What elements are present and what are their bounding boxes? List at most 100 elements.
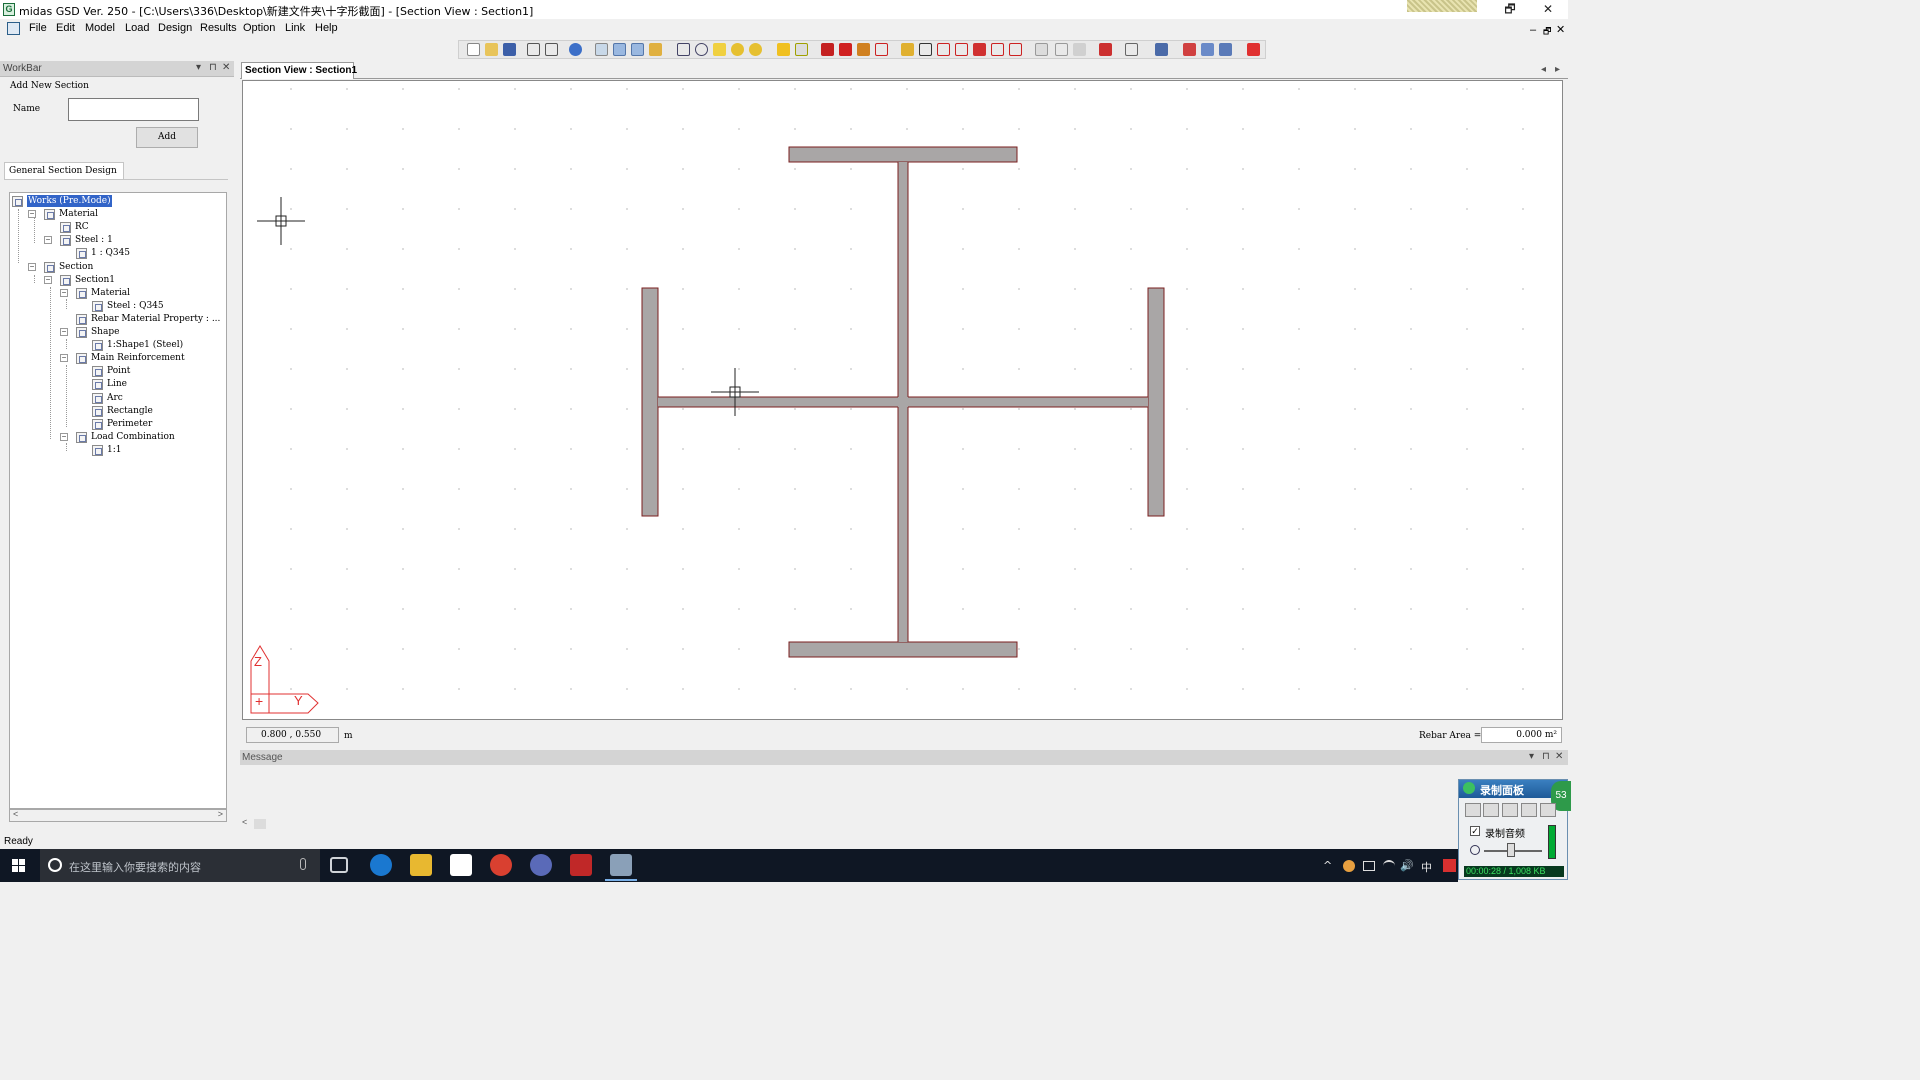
result-icon[interactable] (1099, 43, 1112, 56)
select-icon[interactable] (595, 43, 608, 56)
save-icon[interactable] (503, 43, 516, 56)
tree-node-label[interactable]: 1:1 (107, 444, 121, 456)
tray-ime-indicator[interactable]: 中 (1421, 859, 1432, 875)
midas-civil-icon[interactable] (570, 854, 592, 876)
menu-edit[interactable]: Edit (56, 22, 75, 34)
tree-node-label[interactable]: Material (59, 208, 98, 220)
move-icon[interactable] (919, 43, 932, 56)
midas-gsd-taskbar-icon[interactable] (610, 854, 632, 876)
tab-scroll-right-icon[interactable]: ▸ (1555, 64, 1560, 75)
tree-horizontal-scrollbar[interactable]: < > (9, 809, 227, 822)
message-horizontal-scrollbar[interactable]: < (240, 817, 1458, 831)
tree-node-label[interactable]: Steel : Q345 (107, 300, 164, 312)
menu-load[interactable]: Load (125, 22, 149, 34)
window-icon[interactable] (1201, 43, 1214, 56)
zoom-in-icon[interactable] (731, 43, 744, 56)
point-icon[interactable] (901, 43, 914, 56)
snap-icon[interactable] (631, 43, 644, 56)
tray-sogou-icon[interactable] (1443, 859, 1456, 872)
start-button[interactable] (0, 849, 38, 882)
menu-results[interactable]: Results (200, 22, 237, 34)
cortana-icon[interactable] (48, 858, 62, 872)
chrome-icon[interactable] (490, 854, 512, 876)
perimeter-icon[interactable] (1009, 43, 1022, 56)
menu-option[interactable]: Option (243, 22, 275, 34)
ibeam-icon[interactable] (821, 43, 834, 56)
record-audio-checkbox[interactable]: ✓ (1470, 826, 1480, 836)
tree-node-label[interactable]: 1:Shape1 (Steel) (107, 339, 183, 351)
rebar-icon[interactable] (991, 43, 1004, 56)
tree-node-label[interactable]: Works (Pre.Mode) (27, 195, 112, 207)
copy-icon[interactable] (1183, 43, 1196, 56)
menu-link[interactable]: Link (285, 22, 305, 34)
tree-node-label[interactable]: Arc (107, 392, 123, 404)
tree-collapse-toggle[interactable]: − (60, 288, 68, 297)
check-icon[interactable] (1055, 43, 1068, 56)
task-view-icon[interactable] (330, 857, 348, 873)
document-icon[interactable] (7, 22, 20, 35)
tree-collapse-toggle[interactable]: − (28, 210, 36, 219)
pen-tool-icon[interactable] (1540, 803, 1556, 817)
tree-node-label[interactable]: Perimeter (107, 418, 152, 430)
message-pin-icon[interactable]: ⊓ (1542, 751, 1550, 762)
restore-button[interactable]: 🗗 (1499, 1, 1521, 17)
tray-battery-icon[interactable] (1363, 861, 1375, 871)
workbar-menu-icon[interactable]: ▾ (196, 62, 201, 73)
help-icon[interactable] (569, 43, 582, 56)
pause-icon[interactable] (1483, 803, 1499, 817)
mdi-close-button[interactable]: ✕ (1556, 23, 1565, 36)
tree-collapse-toggle[interactable]: − (44, 236, 52, 245)
grid-icon[interactable] (613, 43, 626, 56)
tab-general-section-design[interactable]: General Section Design (4, 162, 124, 179)
tray-app-icon[interactable] (1343, 860, 1355, 872)
tree-collapse-toggle[interactable]: − (44, 275, 52, 284)
tree-node-label[interactable]: Point (107, 365, 130, 377)
tree-node-label[interactable]: Section1 (75, 274, 115, 286)
section-icon[interactable] (857, 43, 870, 56)
section-name-input[interactable] (68, 98, 199, 121)
tree-node-label[interactable]: Rectangle (107, 405, 153, 417)
tree-collapse-toggle[interactable]: − (60, 328, 68, 336)
store-icon[interactable] (450, 854, 472, 876)
section-canvas[interactable]: Z Y + (242, 80, 1563, 720)
mdi-restore-button[interactable]: 🗗 (1543, 24, 1551, 40)
pm-curve-icon[interactable] (1073, 43, 1086, 56)
zoom-out-icon[interactable] (749, 43, 762, 56)
tree-collapse-toggle[interactable]: − (28, 262, 36, 271)
file-explorer-icon[interactable] (410, 854, 432, 876)
tab-scroll-left-icon[interactable]: ◂ (1541, 64, 1546, 75)
open-folder-icon[interactable] (485, 43, 498, 56)
report-icon[interactable] (1155, 43, 1168, 56)
label-icon[interactable] (777, 43, 790, 56)
volume-slider[interactable] (1507, 843, 1515, 857)
tray-network-icon[interactable] (1383, 860, 1395, 872)
tree-node-label[interactable]: RC (75, 221, 89, 233)
mdi-minimize-button[interactable]: – (1530, 24, 1536, 36)
zoom-fit-icon[interactable] (713, 43, 726, 56)
edit-icon[interactable] (973, 43, 986, 56)
pen-icon[interactable] (649, 43, 662, 56)
stop-icon[interactable] (1502, 803, 1518, 817)
tree-node-label[interactable]: Line (107, 378, 127, 390)
edge-icon[interactable] (370, 854, 392, 876)
tray-expand-icon[interactable]: ^ (1323, 859, 1332, 872)
tree-node-label[interactable]: Main Reinforcement (91, 352, 185, 364)
tree-node-label[interactable]: Steel : 1 (75, 234, 113, 246)
tree-node-label[interactable]: Rebar Material Property : ... (91, 313, 220, 325)
menu-file[interactable]: File (29, 22, 47, 34)
tree-node-label[interactable]: Section (59, 261, 93, 273)
undo-icon[interactable] (527, 43, 540, 56)
microphone-search-icon[interactable] (300, 858, 306, 870)
link-icon[interactable] (1219, 43, 1232, 56)
new-file-icon[interactable] (467, 43, 480, 56)
tree-collapse-toggle[interactable]: − (60, 432, 68, 441)
tree-collapse-toggle[interactable]: − (60, 354, 68, 363)
redo-icon[interactable] (545, 43, 558, 56)
pan-icon[interactable] (695, 43, 708, 56)
menu-model[interactable]: Model (85, 22, 115, 34)
tray-volume-icon[interactable]: 🔊 (1400, 859, 1414, 872)
record-icon[interactable] (1465, 803, 1481, 817)
message-close-icon[interactable]: ✕ (1555, 751, 1563, 762)
menu-design[interactable]: Design (158, 22, 192, 34)
zoom-window-icon[interactable] (677, 43, 690, 56)
